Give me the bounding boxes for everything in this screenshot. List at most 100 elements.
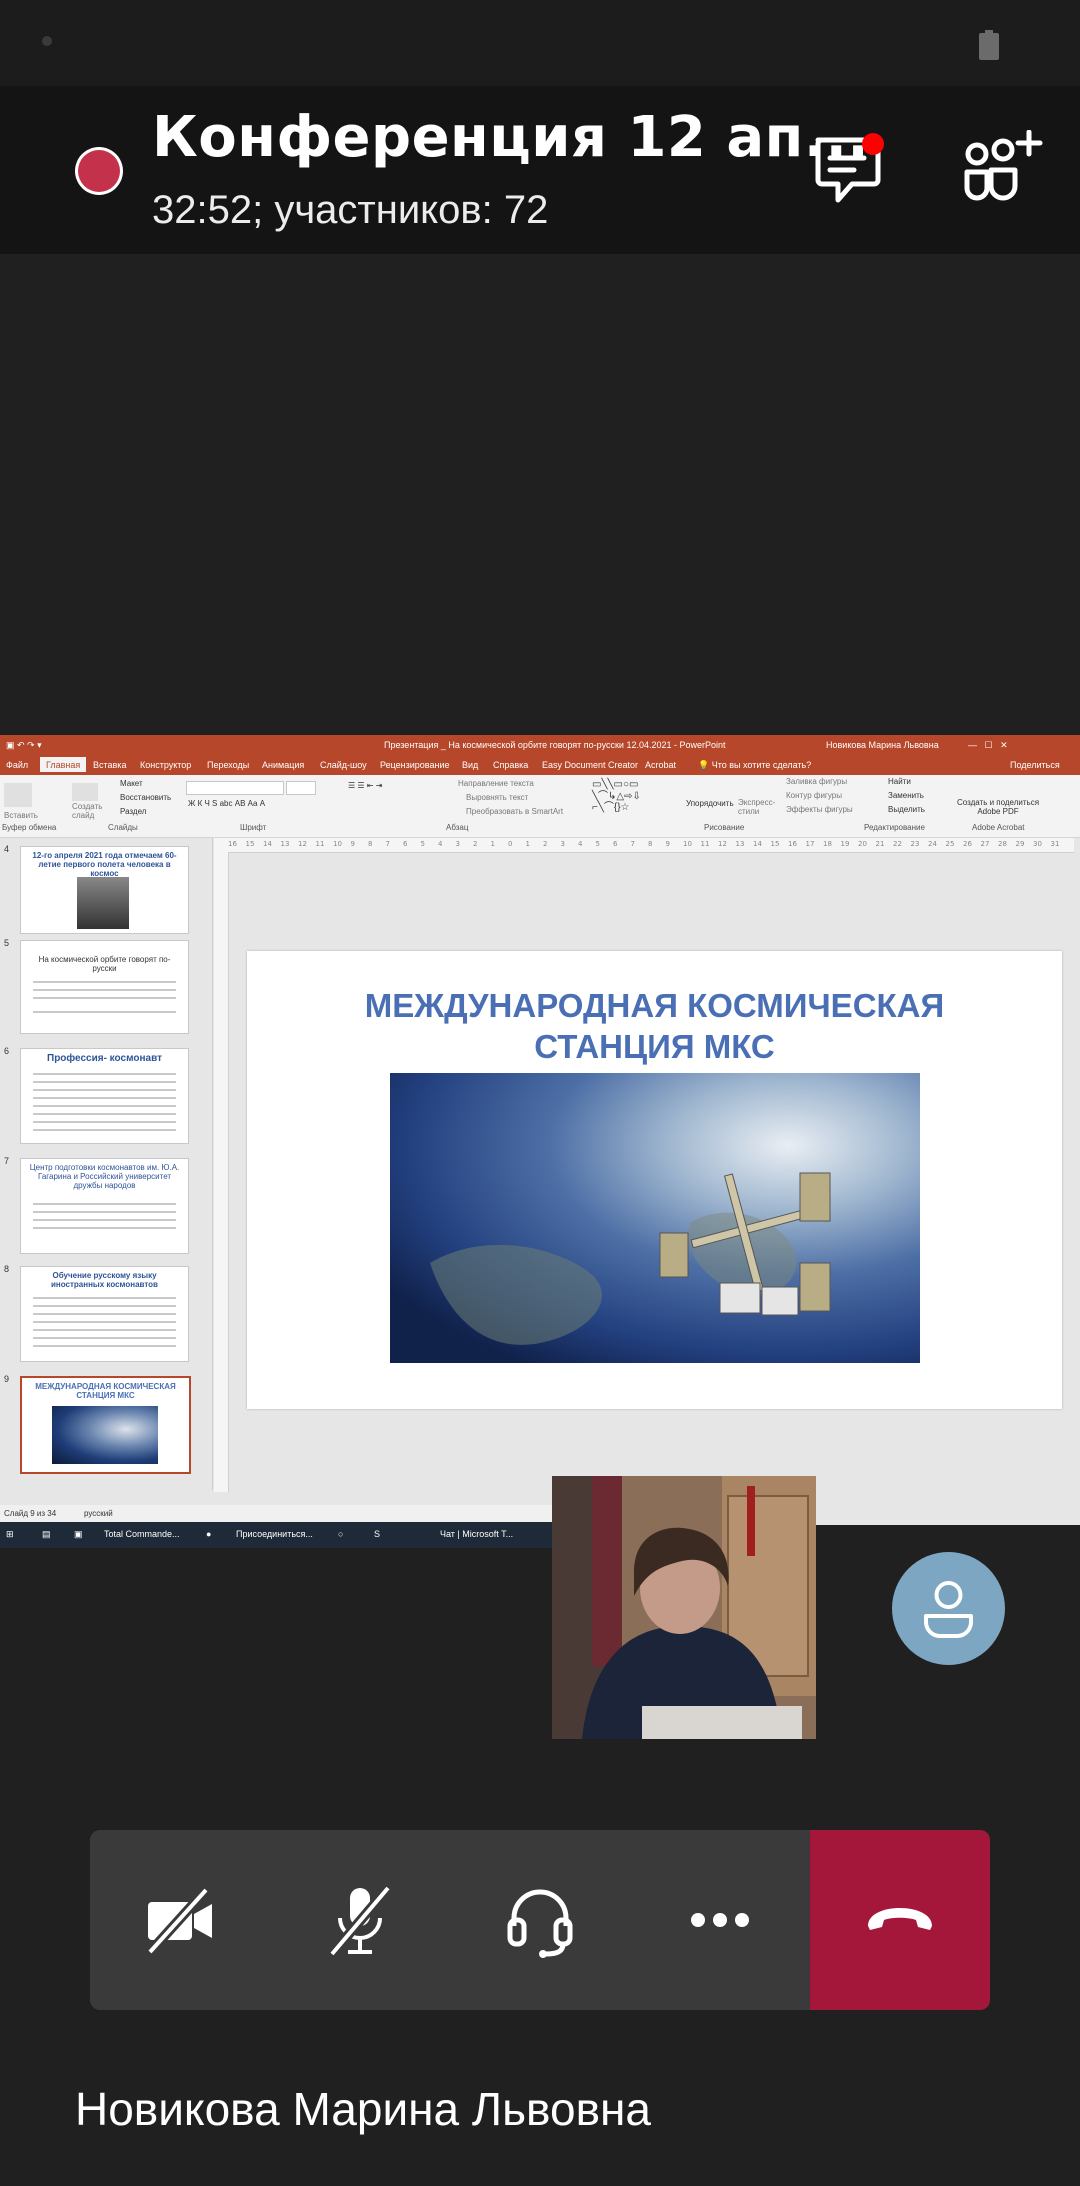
powerpoint-menu-bar: Файл Главная Вставка Конструктор Переход… — [0, 757, 1080, 775]
menu-review[interactable]: Рецензирование — [380, 760, 450, 770]
slide-thumbnail-6[interactable]: Профессия- космонавт — [20, 1048, 189, 1144]
vertical-ruler — [214, 852, 229, 1492]
slide-thumbnail-4[interactable]: 12-го апреля 2021 года отмечаем 60-летие… — [20, 846, 189, 934]
gagarin-photo — [77, 877, 129, 929]
horizontal-ruler: 16 15 14 13 12 11 10 9 8 7 6 5 4 3 2 1 0 1 2 3 4 5 6 7 8 9 10 11 12 1… — [214, 838, 1074, 853]
status-dot-icon — [42, 36, 52, 46]
mail-icon[interactable]: ▣ — [74, 1529, 83, 1540]
windows-taskbar: ⊞ ▤ ▣ Total Commande... ● Присоединиться… — [0, 1522, 552, 1548]
menu-acrobat[interactable]: Acrobat — [645, 760, 676, 770]
ribbon-group-font: Шрифт — [240, 823, 267, 832]
more-options-button[interactable] — [630, 1830, 810, 2010]
status-bar — [0, 0, 1080, 86]
mic-off-icon — [328, 1884, 392, 1958]
paragraph-buttons[interactable]: ☰ ☰ ⇤ ⇥ — [348, 781, 382, 790]
windows-start-icon[interactable]: ⊞ — [6, 1529, 14, 1540]
paste-label[interactable]: Вставить — [4, 811, 38, 820]
select-label[interactable]: Выделить — [888, 805, 925, 814]
menu-help[interactable]: Справка — [493, 760, 528, 770]
teams-taskbar-item[interactable]: Чат | Microsoft T... — [440, 1529, 513, 1539]
menu-design[interactable]: Конструктор — [140, 760, 191, 770]
find-label[interactable]: Найти — [888, 777, 911, 786]
battery-icon — [979, 30, 999, 60]
end-call-button[interactable] — [810, 1830, 990, 2010]
hang-up-icon — [868, 1908, 932, 1930]
slide-thumbnail-5[interactable]: На космической орбите говорят по-русски — [20, 940, 189, 1034]
participant-avatar-button[interactable] — [892, 1552, 1005, 1665]
shapes-gallery[interactable]: ▭╲╲▭○▭ ╲⌒↳△⇨⇩ ⌐╲⌒{}☆ — [592, 779, 641, 814]
slide-counter: Слайд 9 из 34 — [4, 1509, 57, 1518]
audio-device-button[interactable] — [450, 1830, 630, 2010]
slide-title: МЕЖДУНАРОДНАЯ КОСМИЧЕСКАЯ СТАНЦИЯ МКС — [364, 987, 945, 1066]
menu-view[interactable]: Вид — [462, 760, 478, 770]
ribbon-group-adobe-acrobat: Adobe Acrobat — [972, 823, 1025, 832]
iss-thumbnail-photo — [52, 1406, 158, 1464]
opera-icon[interactable]: ○ — [338, 1529, 343, 1539]
edge-icon[interactable]: ● — [206, 1529, 211, 1539]
thumbnail-title: Профессия- космонавт — [47, 1053, 162, 1064]
thumbnail-number: 8 — [4, 1264, 10, 1274]
font-format-buttons[interactable]: Ж К Ч S abc АВ Аа А — [188, 799, 265, 808]
slide-thumbnail-8[interactable]: Обучение русскому языку иностранных косм… — [20, 1266, 189, 1362]
shared-screen[interactable]: ▣ ↶ ↷ ▾ Презентация _ На космической орб… — [0, 735, 1080, 1525]
quick-styles-label[interactable]: Экспресс-стили — [738, 798, 775, 817]
menu-file[interactable]: Файл — [6, 760, 28, 770]
thumbnail-title: Обучение русскому языку иностранных косм… — [51, 1271, 158, 1290]
section-label[interactable]: Раздел — [120, 807, 146, 816]
camera-toggle-button[interactable] — [90, 1830, 270, 2010]
meeting-title[interactable]: Конференция 12 ап... — [152, 105, 869, 170]
menu-transitions[interactable]: Переходы — [207, 760, 249, 770]
slide-thumbnail-pane: 4 12-го апреля 2021 года отмечаем 60-лет… — [0, 838, 213, 1490]
menu-insert[interactable]: Вставка — [93, 760, 126, 770]
headset-icon — [507, 1889, 573, 1958]
person-icon — [924, 1581, 973, 1638]
new-slide-label[interactable]: Создать слайд — [72, 802, 104, 821]
ribbon-group-slides: Слайды — [108, 823, 138, 832]
thumbnail-title: МЕЖДУНАРОДНАЯ КОСМИЧЕСКАЯ СТАНЦИЯ МКС — [35, 1382, 176, 1401]
ribbon-group-clipboard: Буфер обмена — [2, 823, 57, 832]
layout-label[interactable]: Макет — [120, 779, 143, 788]
powerpoint-window-title: Презентация _ На космической орбите гово… — [384, 740, 726, 750]
thumbnail-title: На космической орбите говорят по-русски — [38, 955, 171, 974]
menu-easy-document-creator[interactable]: Easy Document Creator — [542, 760, 638, 770]
font-name-field[interactable] — [186, 781, 284, 795]
shape-fill-label[interactable]: Заливка фигуры — [786, 777, 847, 786]
language-indicator[interactable]: русский — [84, 1509, 113, 1518]
slide-thumbnail-7[interactable]: Центр подготовки космонавтов им. Ю.А. Га… — [20, 1158, 189, 1254]
camera-off-icon — [146, 1886, 212, 1956]
powerpoint-user-name: Новикова Марина Львовна — [826, 740, 939, 750]
chat-notification-badge — [862, 133, 884, 155]
paste-icon[interactable] — [4, 783, 32, 807]
text-direction-label[interactable]: Направление текста — [458, 779, 534, 788]
align-text-label[interactable]: Выровнять текст — [466, 793, 528, 802]
skype-icon[interactable]: S — [374, 1529, 380, 1539]
slide-thumbnail-9-selected[interactable]: МЕЖДУНАРОДНАЯ КОСМИЧЕСКАЯ СТАНЦИЯ МКС — [20, 1376, 191, 1474]
share-button[interactable]: Поделиться — [1010, 760, 1060, 770]
current-slide[interactable]: МЕЖДУНАРОДНАЯ КОСМИЧЕСКАЯ СТАНЦИЯ МКС — [247, 951, 1062, 1409]
add-people-icon[interactable] — [963, 130, 1043, 202]
microphone-toggle-button[interactable] — [270, 1830, 450, 2010]
thumbnail-number: 5 — [4, 938, 10, 948]
new-slide-icon[interactable] — [72, 783, 98, 801]
adobe-pdf-label[interactable]: Создать и поделиться Adobe PDF — [956, 798, 1040, 817]
thumbnail-title: Центр подготовки космонавтов им. Ю.А. Га… — [29, 1163, 180, 1191]
font-size-field[interactable] — [286, 781, 316, 795]
shape-outline-label[interactable]: Контур фигуры — [786, 791, 842, 800]
smartart-label[interactable]: Преобразовать в SmartArt — [466, 807, 563, 816]
iss-photo — [390, 1073, 920, 1363]
menu-home[interactable]: Главная — [40, 757, 87, 772]
chrome-taskbar-item[interactable]: Присоединиться... — [236, 1529, 313, 1539]
thumbnail-number: 6 — [4, 1046, 10, 1056]
participant-video[interactable] — [552, 1476, 816, 1739]
explorer-icon[interactable]: ▤ — [42, 1529, 51, 1540]
replace-label[interactable]: Заменить — [888, 791, 924, 800]
menu-slideshow[interactable]: Слайд-шоу — [320, 760, 367, 770]
total-commander-taskbar-item[interactable]: Total Commande... — [104, 1529, 180, 1539]
thumbnail-number: 4 — [4, 844, 10, 854]
reset-label[interactable]: Восстановить — [120, 793, 171, 802]
arrange-label[interactable]: Упорядочить — [686, 799, 734, 808]
tell-me-search[interactable]: 💡 Что вы хотите сделать? — [698, 760, 811, 771]
menu-animations[interactable]: Анимация — [262, 760, 304, 770]
participant-name: Новикова Марина Львовна — [75, 2083, 651, 2135]
shape-effects-label[interactable]: Эффекты фигуры — [786, 805, 853, 814]
